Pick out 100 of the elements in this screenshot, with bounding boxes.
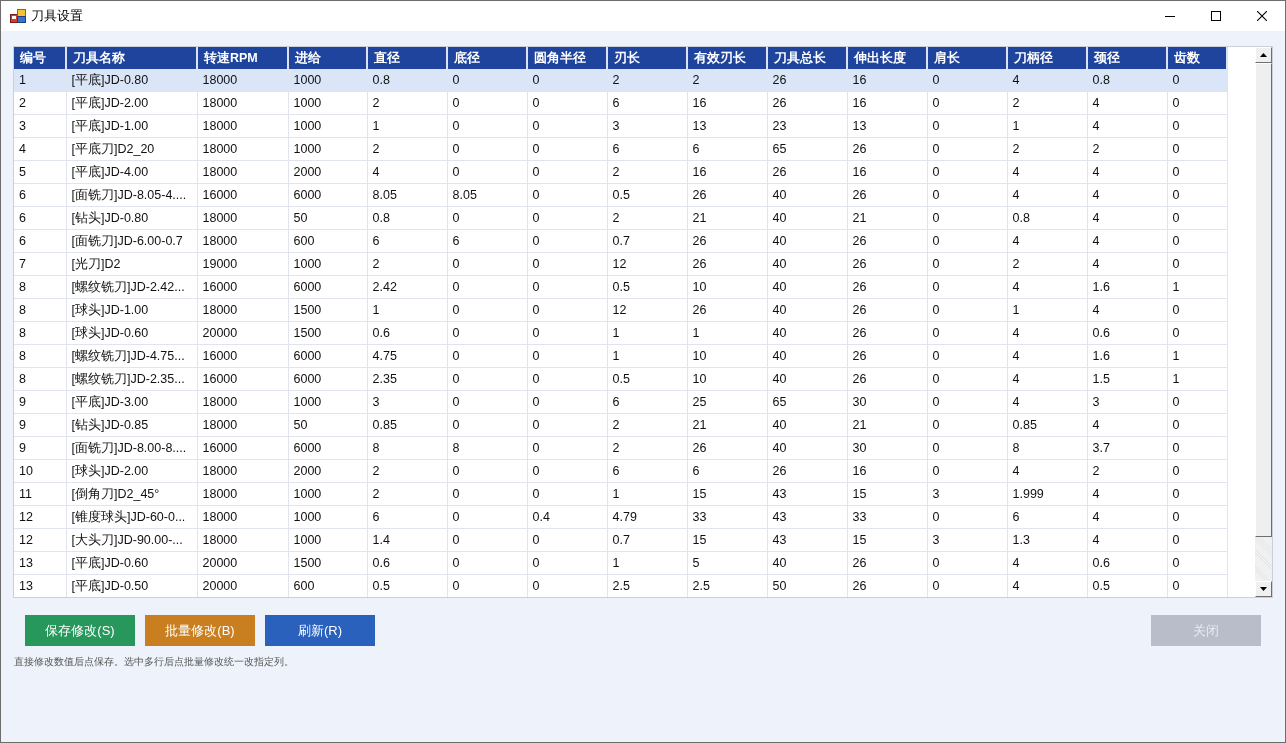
table-cell[interactable]: 4 bbox=[1007, 551, 1087, 575]
table-cell[interactable]: 0 bbox=[927, 390, 1007, 414]
table-cell[interactable]: 16 bbox=[687, 160, 767, 184]
table-cell[interactable]: 1.999 bbox=[1007, 482, 1087, 506]
table-cell[interactable]: 7 bbox=[14, 252, 66, 276]
table-cell[interactable]: [平底]JD-0.60 bbox=[66, 551, 197, 575]
table-cell[interactable]: 0 bbox=[1167, 505, 1227, 529]
table-cell[interactable]: 30 bbox=[847, 436, 927, 460]
table-cell[interactable]: 0 bbox=[447, 160, 527, 184]
table-cell[interactable]: 26 bbox=[767, 91, 847, 115]
table-cell[interactable]: 4 bbox=[367, 160, 447, 184]
table-cell[interactable]: 6 bbox=[1007, 505, 1087, 529]
table-cell[interactable]: 5 bbox=[687, 551, 767, 575]
table-cell[interactable]: 0 bbox=[927, 436, 1007, 460]
table-cell[interactable]: 26 bbox=[687, 298, 767, 322]
table-cell[interactable]: 0 bbox=[927, 160, 1007, 184]
table-cell[interactable]: 4 bbox=[1087, 160, 1167, 184]
table-cell[interactable]: 1000 bbox=[288, 252, 367, 276]
table-cell[interactable]: 26 bbox=[687, 229, 767, 253]
table-cell[interactable]: 0 bbox=[927, 229, 1007, 253]
table-cell[interactable]: 0.7 bbox=[607, 229, 687, 253]
table-cell[interactable]: 16000 bbox=[197, 367, 288, 391]
table-cell[interactable]: 40 bbox=[767, 436, 847, 460]
table-cell[interactable]: 18000 bbox=[197, 137, 288, 161]
table-cell[interactable]: [平底]JD-0.80 bbox=[66, 69, 197, 92]
table-row[interactable]: 3 [平底]JD-1.00 18000 1000 1 0 0 3 13 23 13 0 1 4 0 bbox=[14, 114, 1227, 138]
table-cell[interactable]: 0 bbox=[527, 114, 607, 138]
table-cell[interactable]: 4 bbox=[1007, 183, 1087, 207]
table-cell[interactable]: 0 bbox=[927, 252, 1007, 276]
table-cell[interactable]: 43 bbox=[767, 528, 847, 552]
table-cell[interactable]: 43 bbox=[767, 505, 847, 529]
table-cell[interactable]: [平底]JD-2.00 bbox=[66, 91, 197, 115]
table-cell[interactable]: 0.5 bbox=[367, 574, 447, 597]
table-cell[interactable]: 8.05 bbox=[367, 183, 447, 207]
table-cell[interactable]: 1 bbox=[607, 482, 687, 506]
table-cell[interactable]: 16 bbox=[847, 91, 927, 115]
scroll-down-button[interactable] bbox=[1255, 581, 1272, 597]
table-cell[interactable]: 2 bbox=[607, 160, 687, 184]
table-cell[interactable]: 15 bbox=[687, 482, 767, 506]
table-cell[interactable]: 18000 bbox=[197, 459, 288, 483]
table-cell[interactable]: 0 bbox=[1167, 229, 1227, 253]
table-row[interactable]: 7 [光刀]D2 19000 1000 2 0 0 12 26 40 26 0 2 4 0 bbox=[14, 252, 1227, 276]
table-cell[interactable]: 15 bbox=[847, 528, 927, 552]
table-cell[interactable]: [钻头]JD-0.85 bbox=[66, 413, 197, 437]
table-cell[interactable]: 0 bbox=[1167, 206, 1227, 230]
table-cell[interactable]: 12 bbox=[14, 505, 66, 529]
table-cell[interactable]: 1 bbox=[14, 69, 66, 92]
column-header[interactable]: 转速RPM bbox=[197, 47, 288, 69]
table-cell[interactable]: 1 bbox=[1007, 114, 1087, 138]
table-cell[interactable]: 0 bbox=[927, 298, 1007, 322]
table-cell[interactable]: 4 bbox=[1087, 114, 1167, 138]
table-cell[interactable]: 40 bbox=[767, 321, 847, 345]
column-header[interactable]: 编号 bbox=[14, 47, 66, 69]
table-cell[interactable]: 2 bbox=[367, 252, 447, 276]
table-cell[interactable]: [平底]JD-0.50 bbox=[66, 574, 197, 597]
column-header[interactable]: 有效刃长 bbox=[687, 47, 767, 69]
table-cell[interactable]: 8 bbox=[14, 275, 66, 299]
table-cell[interactable]: 2.35 bbox=[367, 367, 447, 391]
table-cell[interactable]: 2 bbox=[1007, 252, 1087, 276]
table-cell[interactable]: [平底]JD-4.00 bbox=[66, 160, 197, 184]
table-cell[interactable]: 0 bbox=[1167, 252, 1227, 276]
table-cell[interactable]: 0 bbox=[1167, 69, 1227, 92]
table-cell[interactable]: 0 bbox=[447, 91, 527, 115]
table-row[interactable]: 11 [倒角刀]D2_45° 18000 1000 2 0 0 1 15 43 15 3 1.999 4 0 bbox=[14, 482, 1227, 506]
table-cell[interactable]: 4 bbox=[1087, 91, 1167, 115]
table-cell[interactable]: 1 bbox=[1167, 367, 1227, 391]
table-cell[interactable]: 4 bbox=[14, 137, 66, 161]
table-cell[interactable]: 18000 bbox=[197, 482, 288, 506]
table-cell[interactable]: 40 bbox=[767, 298, 847, 322]
table-cell[interactable]: 1500 bbox=[288, 321, 367, 345]
table-cell[interactable]: 6 bbox=[367, 229, 447, 253]
table-cell[interactable]: 26 bbox=[767, 69, 847, 92]
table-row[interactable]: 6 [钻头]JD-0.80 18000 50 0.8 0 0 2 21 40 21 0 0.8 4 0 bbox=[14, 206, 1227, 230]
table-cell[interactable]: 26 bbox=[847, 321, 927, 345]
table-cell[interactable]: 6000 bbox=[288, 344, 367, 368]
table-row[interactable]: 8 [球头]JD-0.60 20000 1500 0.6 0 0 1 1 40 26 0 4 0.6 0 bbox=[14, 321, 1227, 345]
table-cell[interactable]: 1000 bbox=[288, 137, 367, 161]
table-cell[interactable]: 0.5 bbox=[607, 275, 687, 299]
table-cell[interactable]: 1000 bbox=[288, 91, 367, 115]
table-cell[interactable]: 0 bbox=[447, 321, 527, 345]
table-cell[interactable]: 3 bbox=[1087, 390, 1167, 414]
table-cell[interactable]: 0 bbox=[527, 183, 607, 207]
table-cell[interactable]: 0 bbox=[527, 574, 607, 597]
table-cell[interactable]: 0 bbox=[1167, 91, 1227, 115]
table-cell[interactable]: 0 bbox=[527, 206, 607, 230]
table-cell[interactable]: 10 bbox=[687, 344, 767, 368]
table-cell[interactable]: 0 bbox=[927, 275, 1007, 299]
table-cell[interactable]: 50 bbox=[288, 206, 367, 230]
table-cell[interactable]: 6 bbox=[607, 459, 687, 483]
table-cell[interactable]: 0 bbox=[527, 229, 607, 253]
table-cell[interactable]: 0 bbox=[527, 344, 607, 368]
table-cell[interactable]: 3 bbox=[367, 390, 447, 414]
table-cell[interactable]: 26 bbox=[687, 252, 767, 276]
table-cell[interactable]: 8 bbox=[367, 436, 447, 460]
table-cell[interactable]: 13 bbox=[14, 574, 66, 597]
table-cell[interactable]: 0 bbox=[927, 183, 1007, 207]
table-cell[interactable]: 0 bbox=[1167, 413, 1227, 437]
table-cell[interactable]: 6 bbox=[367, 505, 447, 529]
table-cell[interactable]: 0 bbox=[447, 69, 527, 92]
table-cell[interactable]: 0.6 bbox=[1087, 551, 1167, 575]
